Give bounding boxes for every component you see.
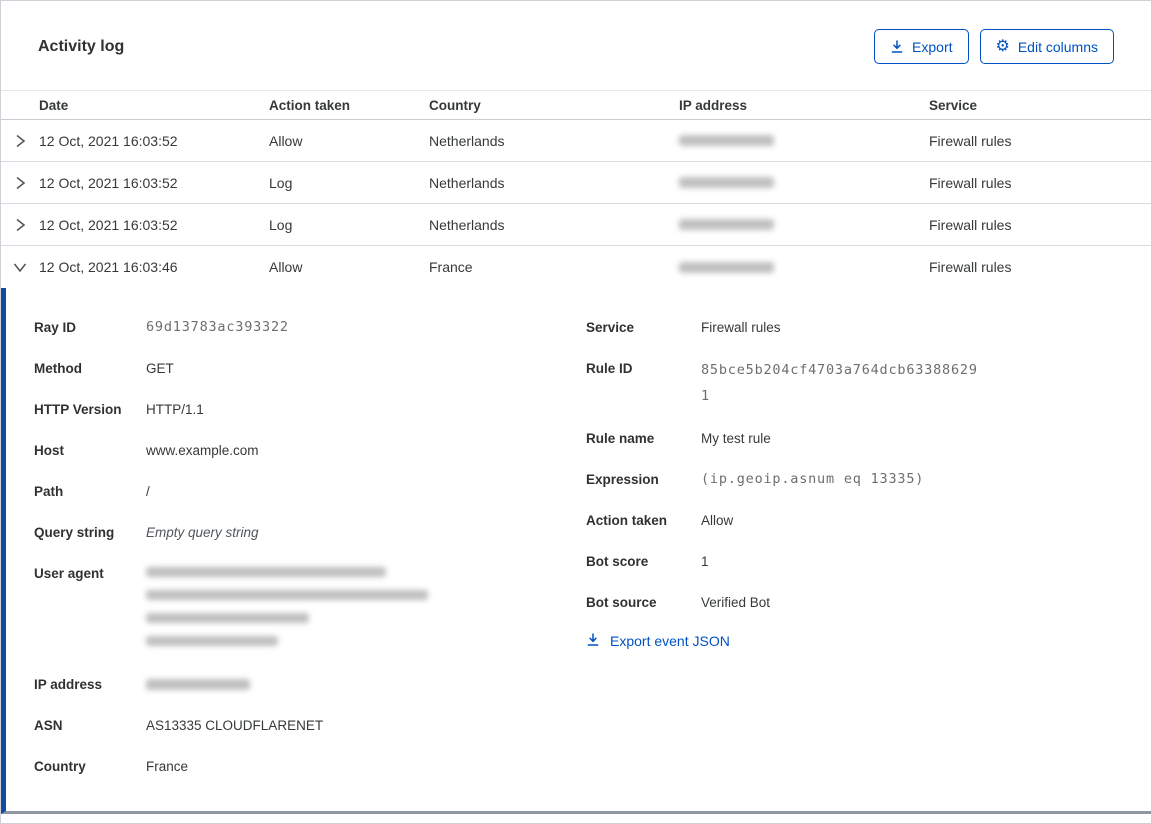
- column-header-action-taken: Action taken: [269, 97, 351, 113]
- cell-ip-redacted: [679, 219, 929, 230]
- ip-address-value-redacted: [146, 673, 250, 696]
- field-rule-id: Rule ID 85bce5b204cf4703a764dcb633886291: [586, 357, 1111, 409]
- export-event-json-label: Export event JSON: [610, 633, 730, 649]
- header-actions: Export ⚙ Edit columns: [874, 29, 1114, 64]
- table-header: Date Action taken Country IP address Ser…: [1, 90, 1151, 120]
- chevron-down-icon: [13, 263, 27, 273]
- service-value: Firewall rules: [701, 320, 781, 335]
- method-value: GET: [146, 361, 174, 376]
- export-event-json-link[interactable]: Export event JSON: [586, 632, 1111, 650]
- cell-country: Netherlands: [429, 132, 505, 149]
- field-bot-score: Bot score 1: [586, 550, 1111, 573]
- export-button-label: Export: [912, 38, 953, 55]
- table-row[interactable]: 12 Oct, 2021 16:03:52 Allow Netherlands …: [1, 120, 1151, 162]
- column-header-ip-address: IP address: [679, 97, 748, 113]
- chevron-right-icon: [16, 176, 26, 189]
- cell-date: 12 Oct, 2021 16:03:52: [39, 216, 178, 233]
- edit-columns-button-label: Edit columns: [1017, 38, 1098, 55]
- page-header: Activity log Export ⚙ Edit columns: [1, 1, 1151, 90]
- expand-row-button[interactable]: [1, 217, 39, 233]
- field-method: Method GET: [34, 357, 551, 380]
- http-version-value: HTTP/1.1: [146, 402, 204, 417]
- detail-right-column: Service Firewall rules Rule ID 85bce5b20…: [551, 316, 1111, 811]
- export-button[interactable]: Export: [874, 29, 969, 64]
- collapse-row-button[interactable]: [1, 260, 39, 274]
- column-header-service: Service: [929, 97, 978, 113]
- query-string-value: Empty query string: [146, 525, 259, 540]
- field-path: Path /: [34, 480, 551, 503]
- cell-country: France: [429, 259, 473, 275]
- cell-country: Netherlands: [429, 216, 505, 233]
- cell-service: Firewall rules: [929, 259, 1012, 275]
- gear-icon: ⚙: [995, 37, 1010, 55]
- cell-action-taken: Allow: [269, 259, 303, 275]
- chevron-right-icon: [16, 218, 26, 231]
- edit-columns-button[interactable]: ⚙ Edit columns: [979, 29, 1114, 64]
- bot-source-value: Verified Bot: [701, 595, 771, 610]
- cell-ip-redacted: [679, 261, 929, 273]
- page-title: Activity log: [38, 37, 125, 55]
- field-expression: Expression (ip.geoip.asnum eq 13335): [586, 468, 1111, 491]
- cell-country: Netherlands: [429, 174, 505, 191]
- cell-service: Firewall rules: [929, 216, 1012, 233]
- chevron-right-icon: [16, 134, 26, 147]
- column-header-country: Country: [429, 97, 481, 113]
- field-asn: ASN AS13335 CLOUDFLARENET: [34, 714, 551, 737]
- download-icon: [890, 39, 904, 54]
- expand-row-button[interactable]: [1, 133, 39, 149]
- activity-log-screen: Activity log Export ⚙ Edit columns Date …: [0, 0, 1152, 824]
- field-country: Country France: [34, 755, 551, 778]
- field-host: Host www.example.com: [34, 439, 551, 462]
- field-ray-id: Ray ID 69d13783ac393322: [34, 316, 551, 339]
- expand-row-button[interactable]: [1, 175, 39, 191]
- cell-ip-redacted: [679, 135, 929, 146]
- table-row[interactable]: 12 Oct, 2021 16:03:52 Log Netherlands Fi…: [1, 204, 1151, 246]
- asn-value: AS13335 CLOUDFLARENET: [146, 718, 324, 733]
- table-row-expanded[interactable]: 12 Oct, 2021 16:03:46 Allow France Firew…: [1, 246, 1151, 288]
- cell-date: 12 Oct, 2021 16:03:46: [39, 259, 178, 275]
- field-bot-source: Bot source Verified Bot: [586, 591, 1111, 614]
- cell-service: Firewall rules: [929, 174, 1012, 191]
- table-row[interactable]: 12 Oct, 2021 16:03:52 Log Netherlands Fi…: [1, 162, 1151, 204]
- path-value: /: [146, 484, 150, 499]
- field-query-string: Query string Empty query string: [34, 521, 551, 544]
- expression-value: (ip.geoip.asnum eq 13335): [701, 471, 925, 487]
- event-detail-panel: Ray ID 69d13783ac393322 Method GET HTTP …: [1, 288, 1151, 814]
- country-value: France: [146, 759, 189, 774]
- cell-action-taken: Log: [269, 174, 293, 191]
- cell-action-taken: Allow: [269, 132, 303, 149]
- field-rule-name: Rule name My test rule: [586, 427, 1111, 450]
- field-user-agent: User agent: [34, 562, 551, 659]
- cell-action-taken: Log: [269, 216, 293, 233]
- cell-ip-redacted: [679, 177, 929, 188]
- column-header-date: Date: [39, 97, 69, 113]
- user-agent-value-redacted: [146, 562, 428, 659]
- field-service: Service Firewall rules: [586, 316, 1111, 339]
- detail-left-column: Ray ID 69d13783ac393322 Method GET HTTP …: [34, 316, 551, 811]
- action-taken-value: Allow: [701, 513, 734, 528]
- host-value: www.example.com: [146, 443, 259, 458]
- ray-id-value: 69d13783ac393322: [146, 319, 289, 335]
- download-icon: [586, 632, 600, 650]
- field-ip-address: IP address: [34, 673, 551, 696]
- bot-score-value: 1: [701, 554, 709, 569]
- rule-id-value: 85bce5b204cf4703a764dcb633886291: [701, 362, 978, 404]
- cell-date: 12 Oct, 2021 16:03:52: [39, 174, 178, 191]
- cell-date: 12 Oct, 2021 16:03:52: [39, 132, 178, 149]
- field-action-taken: Action taken Allow: [586, 509, 1111, 532]
- field-http-version: HTTP Version HTTP/1.1: [34, 398, 551, 421]
- cell-service: Firewall rules: [929, 132, 1012, 149]
- rule-name-value: My test rule: [701, 431, 771, 446]
